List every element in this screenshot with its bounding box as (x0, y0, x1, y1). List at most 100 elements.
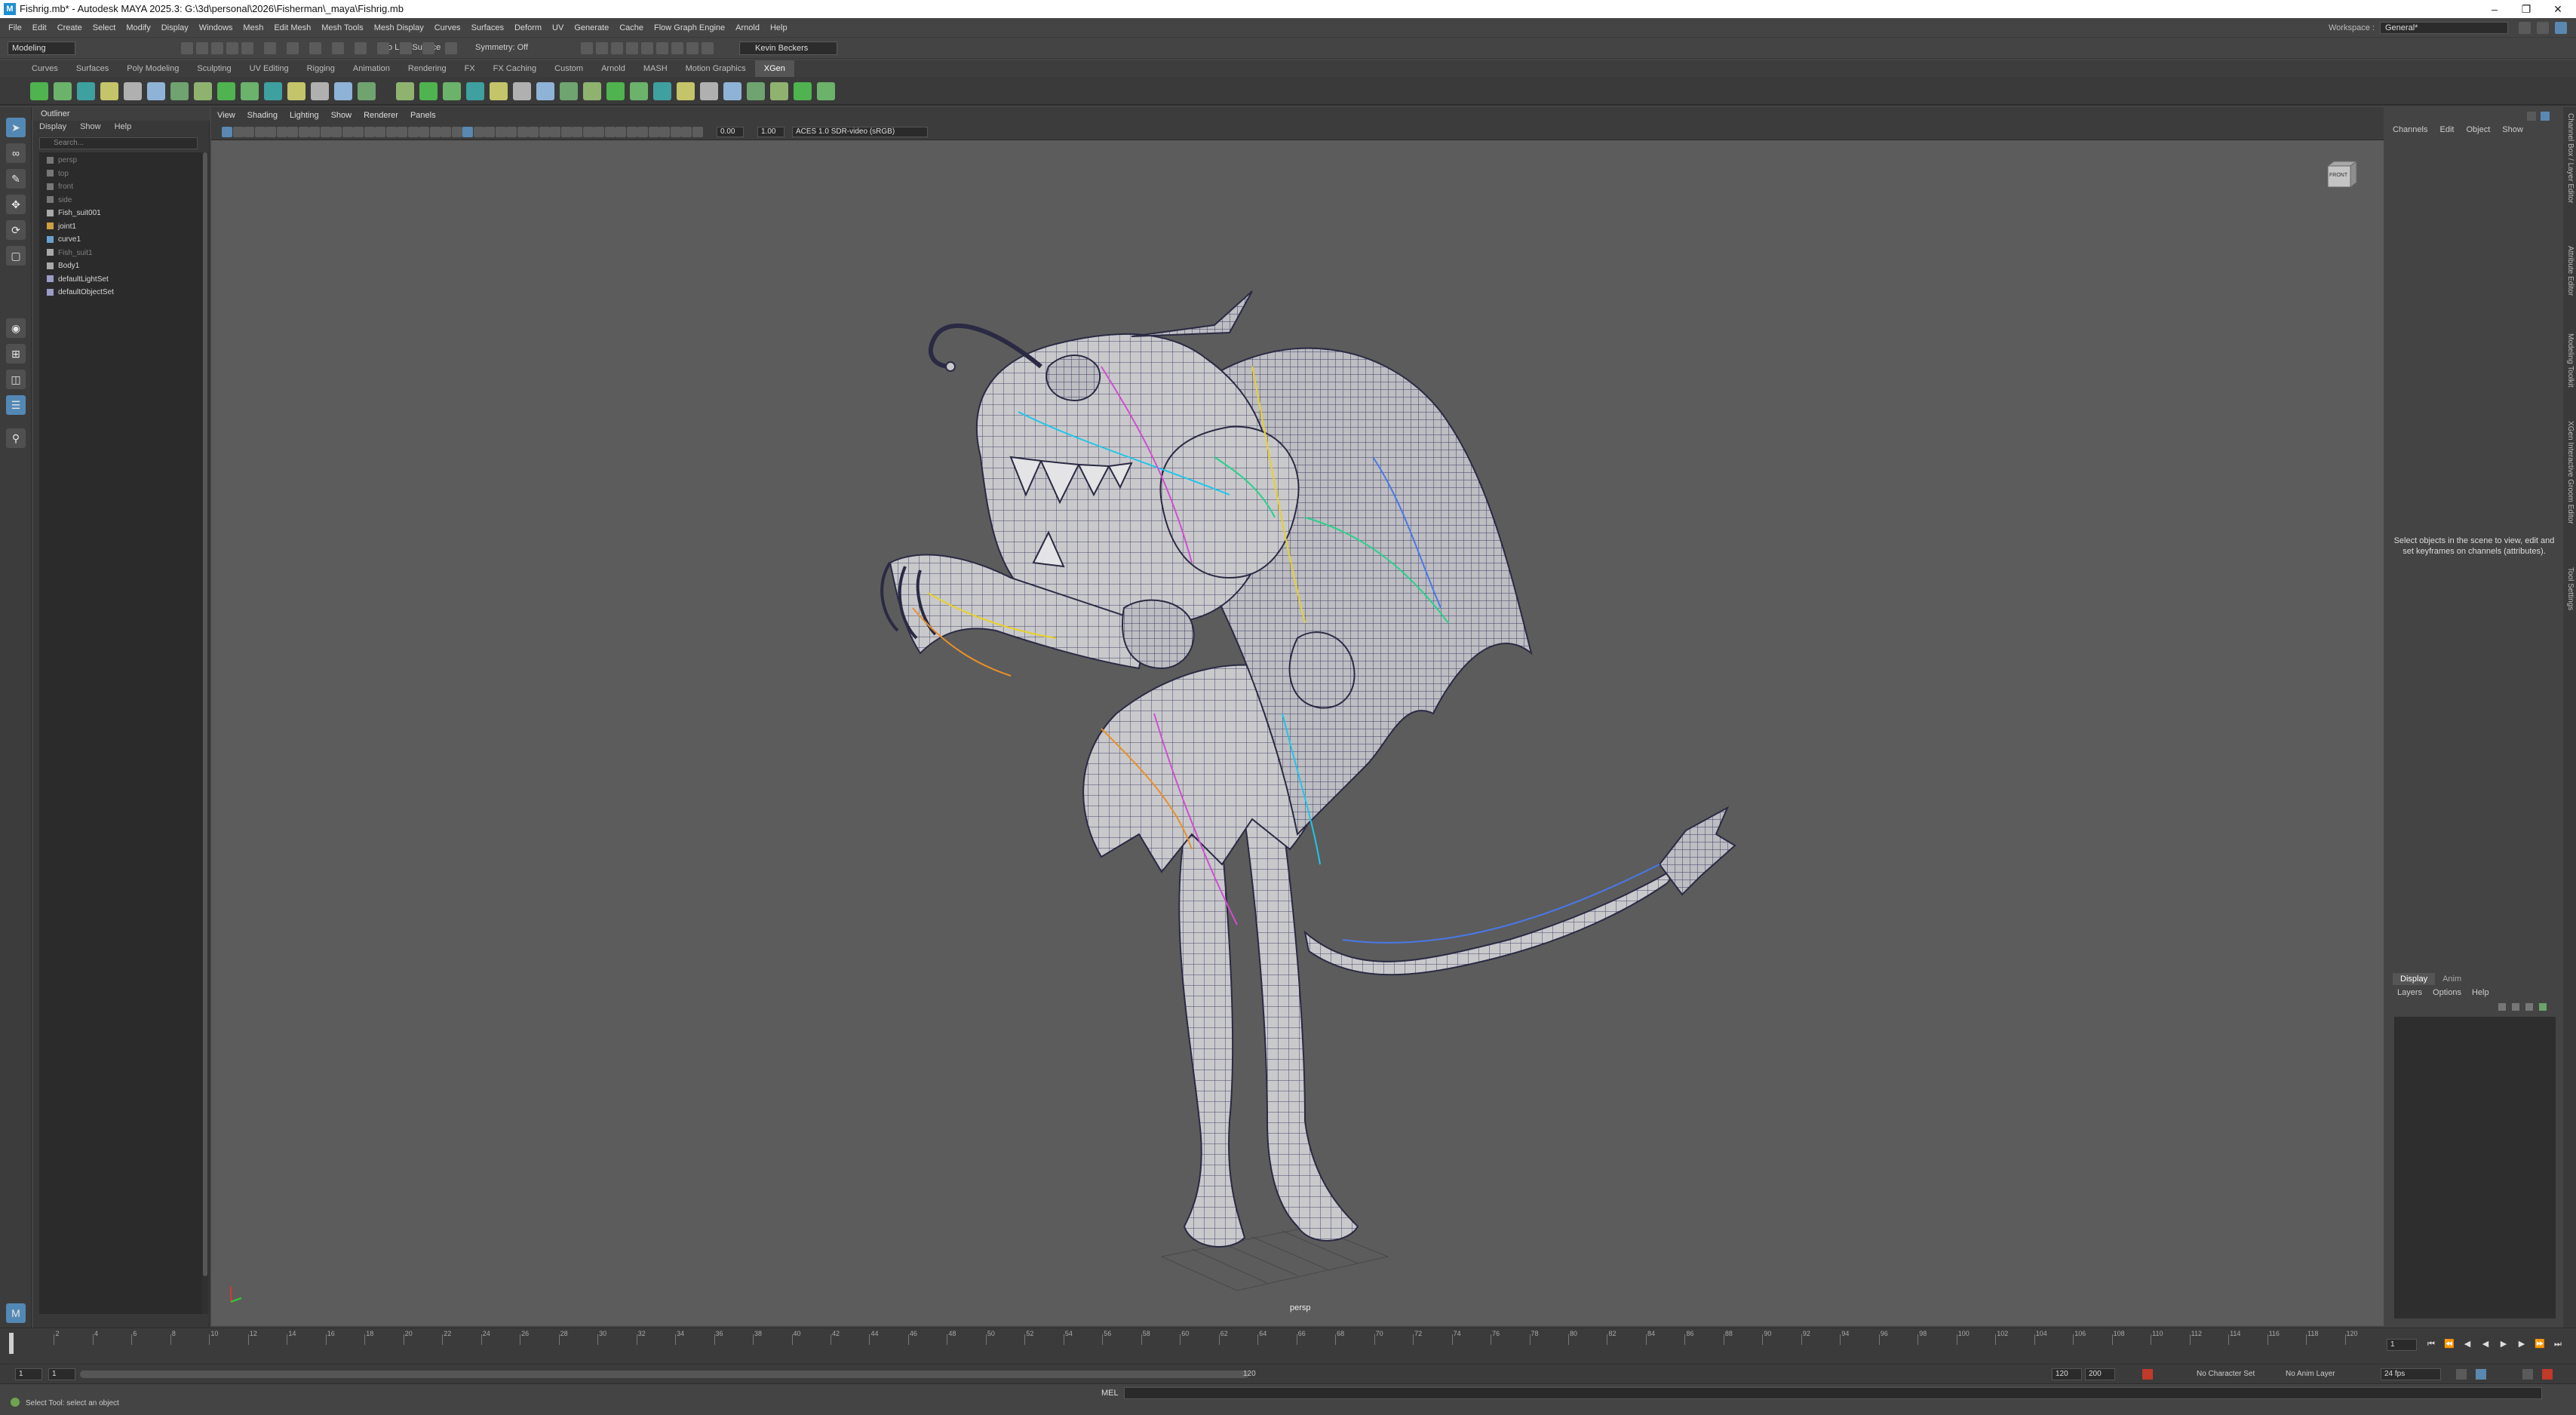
menu-file[interactable]: File (3, 18, 27, 38)
shelf-tab-surfaces[interactable]: Surfaces (67, 60, 118, 77)
render-tool-7-icon[interactable] (686, 42, 698, 54)
menu-windows[interactable]: Windows (194, 18, 238, 38)
viewport-tool-41-icon[interactable] (670, 127, 681, 137)
status-tool-7-icon[interactable] (309, 42, 321, 54)
cache-playback-icon[interactable] (2476, 1369, 2486, 1380)
channel-menu-edit[interactable]: Edit (2439, 125, 2454, 134)
viewport-menu-view[interactable]: View (211, 107, 241, 124)
step-forward-key-icon[interactable]: ⏩ (2535, 1339, 2545, 1349)
menu-surfaces[interactable]: Surfaces (466, 18, 509, 38)
menu-mesh-tools[interactable]: Mesh Tools (316, 18, 368, 38)
layout-icon[interactable] (2537, 22, 2549, 34)
shelf-tab-arnold[interactable]: Arnold (592, 60, 634, 77)
layer-menu-help[interactable]: Help (2472, 988, 2489, 997)
shelf-tool-18-icon[interactable] (466, 82, 484, 100)
shelf-tool-13-icon[interactable] (334, 82, 352, 100)
viewport-tool-24-icon[interactable] (484, 127, 495, 137)
shelf-tool-19-icon[interactable] (490, 82, 508, 100)
menu-curves[interactable]: Curves (429, 18, 466, 38)
outliner-item[interactable]: side (47, 194, 72, 207)
lasso-tool-icon[interactable]: ∞ (6, 143, 26, 163)
viewport-tool-21-icon[interactable] (451, 127, 462, 137)
viewcube[interactable]: FRONT (2323, 160, 2361, 190)
shelf-tool-1-icon[interactable] (54, 82, 72, 100)
menu-generate[interactable]: Generate (569, 18, 614, 38)
shelf-tool-6-icon[interactable] (170, 82, 189, 100)
playback-start-field[interactable]: 1 (48, 1368, 75, 1380)
shelf-tool-15-icon[interactable] (396, 82, 414, 100)
viewport-tool-33-icon[interactable] (582, 127, 594, 137)
shelf-tool-5-icon[interactable] (147, 82, 165, 100)
side-tab-1[interactable]: Attribute Editor (2565, 246, 2574, 296)
viewport-tool-31-icon[interactable] (560, 127, 572, 137)
search-icon[interactable]: ⚲ (6, 428, 26, 448)
restore-icon[interactable]: ❐ (2511, 2, 2541, 17)
select-tool-icon[interactable]: ➤ (6, 118, 26, 137)
viewport-tool-3-icon[interactable] (254, 127, 266, 137)
script-language-label[interactable]: MEL (1101, 1389, 1119, 1398)
shelf-tool-11-icon[interactable] (287, 82, 305, 100)
viewport-menu-show[interactable]: Show (325, 107, 358, 124)
shelf-tool-29-icon[interactable] (723, 82, 741, 100)
outliner-item[interactable]: Fish_suit001 (47, 207, 101, 219)
move-tool-icon[interactable]: ✥ (6, 195, 26, 214)
anim-layer-dropdown[interactable]: No Anim Layer (2286, 1370, 2335, 1378)
channel-menu-channels[interactable]: Channels (2393, 125, 2427, 134)
shelf-tab-custom[interactable]: Custom (545, 60, 592, 77)
shelf-tool-33-icon[interactable] (817, 82, 835, 100)
layer-tab-anim[interactable]: Anim (2435, 973, 2469, 985)
character-set-dropdown[interactable]: No Character Set (2197, 1370, 2255, 1378)
viewport-menu-shading[interactable]: Shading (241, 107, 284, 124)
outliner-layout-icon[interactable]: ☰ (6, 395, 26, 415)
shelf-tool-24-icon[interactable] (606, 82, 625, 100)
viewport-tool-22-icon[interactable] (462, 127, 473, 137)
viewport-tool-40-icon[interactable] (659, 127, 670, 137)
viewport-tool-25-icon[interactable] (495, 127, 506, 137)
user-account-button[interactable]: Kevin Beckers (739, 41, 837, 55)
shelf-tab-curves[interactable]: Curves (23, 60, 67, 77)
range-bar[interactable] (80, 1370, 1249, 1378)
single-perspective-layout-icon[interactable]: ◉ (6, 318, 26, 338)
viewport-tool-5-icon[interactable] (276, 127, 287, 137)
status-tool-5-icon[interactable] (264, 42, 276, 54)
channel-menu-show[interactable]: Show (2502, 125, 2523, 134)
workspace-dropdown[interactable]: General* (2380, 22, 2508, 34)
viewport-tool-1-icon[interactable] (232, 127, 244, 137)
status-tool-11-icon[interactable] (400, 42, 412, 54)
viewport-menu-panels[interactable]: Panels (404, 107, 442, 124)
shelf-tab-sculpting[interactable]: Sculpting (188, 60, 240, 77)
viewport-tool-30-icon[interactable] (550, 127, 560, 137)
outliner-item[interactable]: curve1 (47, 233, 81, 246)
outliner-search-input[interactable]: Search... (39, 137, 198, 149)
status-tool-1-icon[interactable] (196, 42, 208, 54)
four-view-layout-icon[interactable]: ⊞ (6, 344, 26, 364)
menu-cache[interactable]: Cache (614, 18, 649, 38)
status-tool-12-icon[interactable] (422, 42, 434, 54)
play-forward-icon[interactable]: ▶ (2498, 1339, 2509, 1349)
menu-edit-mesh[interactable]: Edit Mesh (269, 18, 316, 38)
viewport-tool-10-icon[interactable] (331, 127, 342, 137)
side-tab-3[interactable]: XGen Interactive Groom Editor (2565, 421, 2574, 524)
status-tool-13-icon[interactable] (445, 42, 457, 54)
viewport-tool-11-icon[interactable] (342, 127, 353, 137)
viewport-tool-9-icon[interactable] (320, 127, 331, 137)
viewport-tool-0-icon[interactable] (222, 127, 232, 137)
shelf-tool-0-icon[interactable] (30, 82, 48, 100)
shelf-tab-animation[interactable]: Animation (344, 60, 399, 77)
shelf-tab-fx-caching[interactable]: FX Caching (484, 60, 545, 77)
paint-select-tool-icon[interactable]: ✎ (6, 169, 26, 189)
scale-tool-icon[interactable]: ▢ (6, 246, 26, 266)
shelf-tab-xgen[interactable]: XGen (754, 60, 794, 77)
shelf-tool-17-icon[interactable] (443, 82, 461, 100)
current-time-indicator[interactable] (9, 1333, 14, 1354)
menuset-dropdown[interactable]: Modeling (8, 41, 75, 55)
shelf-tool-32-icon[interactable] (794, 82, 812, 100)
layer-list[interactable] (2394, 1017, 2556, 1318)
viewport-tool-18-icon[interactable] (419, 127, 429, 137)
menu-display[interactable]: Display (156, 18, 194, 38)
render-tool-0-icon[interactable] (581, 42, 593, 54)
layer-menu-options[interactable]: Options (2433, 988, 2461, 997)
viewport-tool-14-icon[interactable] (375, 127, 385, 137)
outliner-scrollbar[interactable] (202, 152, 208, 1314)
shelf-tab-mash[interactable]: MASH (634, 60, 677, 77)
